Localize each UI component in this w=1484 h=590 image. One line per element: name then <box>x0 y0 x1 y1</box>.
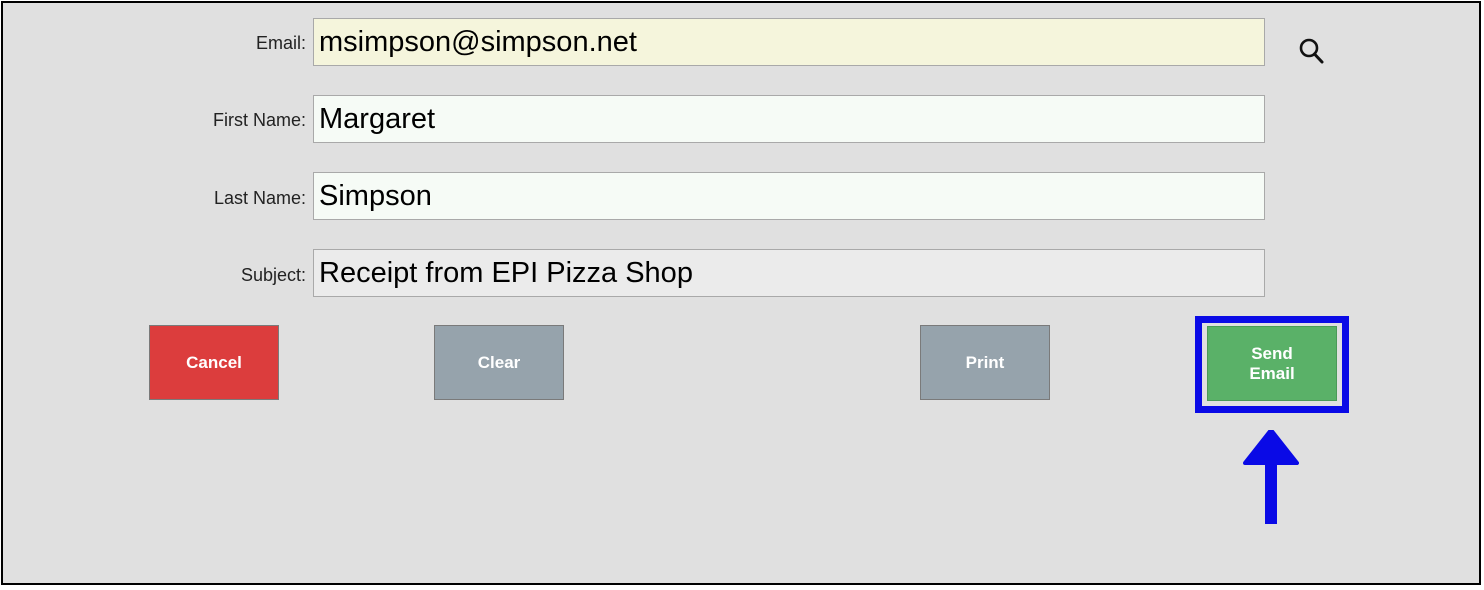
first-name-field[interactable] <box>313 95 1265 143</box>
subject-field[interactable] <box>313 249 1265 297</box>
search-icon[interactable] <box>1297 34 1327 68</box>
print-button[interactable]: Print <box>920 325 1050 400</box>
cancel-button[interactable]: Cancel <box>149 325 279 400</box>
send-email-button[interactable]: Send Email <box>1207 326 1337 401</box>
arrow-up-icon <box>1243 430 1299 524</box>
first-name-label: First Name: <box>212 110 306 130</box>
last-name-label: Last Name: <box>213 188 306 208</box>
email-label: Email: <box>255 33 306 53</box>
subject-label: Subject: <box>240 265 306 285</box>
email-field[interactable] <box>313 18 1265 66</box>
last-name-field[interactable] <box>313 172 1265 220</box>
clear-button[interactable]: Clear <box>434 325 564 400</box>
